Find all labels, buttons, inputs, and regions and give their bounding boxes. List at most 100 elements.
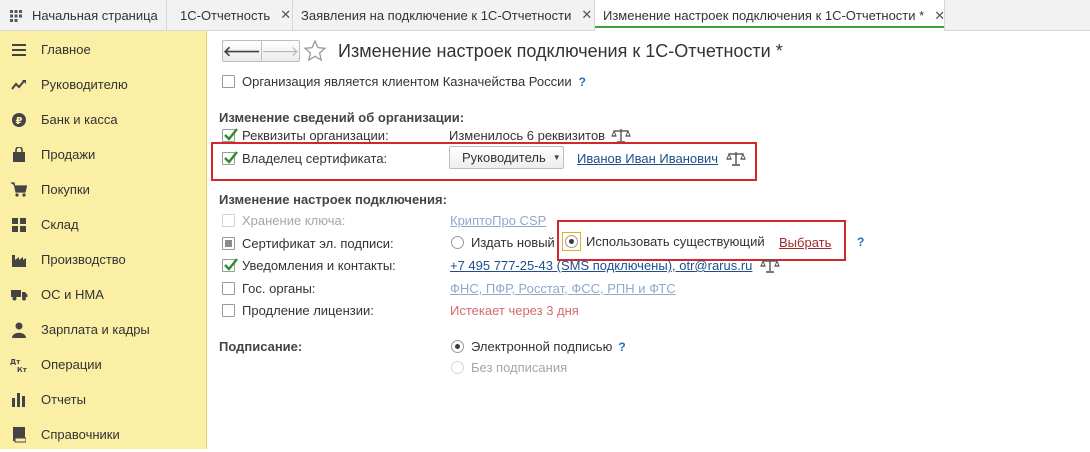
sidebar-item-label: Склад [41, 217, 79, 232]
certificate-owner-dropdown[interactable]: Руководитель ▼ [449, 146, 564, 169]
radio-issue-new[interactable] [451, 236, 464, 249]
radio-electronic-signature-row[interactable]: Электронной подписью ? [451, 339, 626, 354]
notifications-label: Уведомления и контакты: [242, 258, 396, 273]
gov-bodies-checkbox[interactable] [222, 282, 235, 295]
sidebar-item-main[interactable]: Главное [0, 32, 206, 67]
sidebar-item-directories[interactable]: Справочники [0, 417, 206, 452]
person-icon [10, 321, 28, 339]
cart-icon [10, 181, 28, 199]
radio-use-existing-label: Использовать существующий [586, 234, 765, 249]
star-icon[interactable] [303, 39, 327, 63]
sidebar-item-label: Отчеты [41, 392, 86, 407]
svg-text:Дт: Дт [10, 358, 21, 366]
signature-certificate-checkbox[interactable] [222, 237, 235, 250]
sidebar-item-sales[interactable]: Продажи [0, 137, 206, 172]
scales-icon[interactable] [611, 127, 631, 143]
dropdown-caret-icon: ▼ [552, 153, 561, 162]
license-renewal-status: Истекает через 3 дня [450, 303, 579, 318]
license-renewal-checkbox[interactable] [222, 304, 235, 317]
radio-electronic-signature[interactable] [451, 340, 464, 353]
bag-icon [10, 146, 28, 164]
treasury-client-label: Организация является клиентом Казначейст… [242, 74, 572, 89]
sidebar-item-operations[interactable]: Дт Кт Операции [0, 347, 206, 382]
bar-chart-icon [10, 391, 28, 409]
certificate-owner-checkbox[interactable] [222, 151, 238, 165]
back-arrow-icon[interactable]: 🡐 [223, 41, 262, 61]
sidebar-item-purchases[interactable]: Покупки [0, 172, 206, 207]
trend-icon [10, 76, 28, 94]
help-icon[interactable]: ? [857, 235, 864, 249]
radio-no-signing-label: Без подписания [471, 360, 568, 375]
choose-certificate-link[interactable]: Выбрать [779, 235, 831, 250]
connection-section-title: Изменение настроек подключения: [219, 192, 447, 207]
tab-bar: Начальная страница 1С-Отчетность ✕ Заявл… [0, 0, 1090, 31]
gov-bodies-value-link[interactable]: ФНС, ПФР, Росстат, ФСС, РПН и ФТС [450, 281, 676, 296]
certificate-owner-dropdown-value: Руководитель [462, 150, 546, 165]
dt-kt-icon: Дт Кт [10, 356, 28, 374]
tab-1c-reporting[interactable]: 1С-Отчетность ✕ [172, 0, 293, 30]
notifications-checkbox[interactable] [222, 258, 238, 272]
page-title: Изменение настроек подключения к 1С-Отче… [338, 41, 783, 61]
certificate-owner-person-link[interactable]: Иванов Иван Иванович [577, 151, 718, 166]
requisites-row[interactable]: Реквизиты организации: [222, 128, 389, 143]
notifications-row[interactable]: Уведомления и контакты: [222, 258, 396, 273]
key-storage-value-link: КриптоПро CSP [450, 213, 547, 228]
warehouse-icon [10, 216, 28, 234]
sidebar-item-reports[interactable]: Отчеты [0, 382, 206, 417]
sidebar: Главное Руководителю ₽ Банк и касса Прод… [0, 31, 207, 449]
radio-use-existing-row[interactable]: Использовать существующий [562, 232, 765, 251]
radio-issue-new-row[interactable]: Издать новый [451, 235, 555, 250]
sidebar-item-label: Справочники [41, 427, 120, 442]
notifications-value-link[interactable]: +7 495 777-25-43 (SMS подключены), otr@r… [450, 258, 752, 273]
license-renewal-row[interactable]: Продление лицензии: [222, 303, 374, 318]
signing-section-title: Подписание: [219, 339, 303, 354]
sidebar-item-production[interactable]: Производство [0, 242, 206, 277]
sidebar-item-label: Главное [41, 42, 91, 57]
treasury-client-checkbox-row[interactable]: Организация является клиентом Казначейст… [222, 74, 586, 89]
sidebar-item-label: Банк и касса [41, 112, 118, 127]
tab-label: Изменение настроек подключения к 1С-Отче… [603, 8, 925, 23]
factory-icon [10, 251, 28, 269]
book-icon [10, 426, 28, 444]
treasury-client-checkbox[interactable] [222, 75, 235, 88]
radio-focus-frame [562, 232, 581, 251]
sidebar-item-label: Операции [41, 357, 102, 372]
certificate-owner-row[interactable]: Владелец сертификата: [222, 151, 387, 166]
sidebar-item-label: Зарплата и кадры [41, 322, 150, 337]
close-icon[interactable]: ✕ [934, 8, 945, 24]
gov-bodies-label: Гос. органы: [242, 281, 316, 296]
requisites-label: Реквизиты организации: [242, 128, 389, 143]
key-storage-row: Хранение ключа: [222, 213, 345, 228]
signature-certificate-label: Сертификат эл. подписи: [242, 236, 394, 251]
sidebar-item-warehouse[interactable]: Склад [0, 207, 206, 242]
radio-electronic-signature-label: Электронной подписью [471, 339, 613, 354]
home-icon [8, 7, 24, 23]
sidebar-item-label: Покупки [41, 182, 90, 197]
ruble-icon: ₽ [10, 111, 28, 129]
navigation-buttons: 🡐 🡒 [222, 40, 300, 62]
scales-icon[interactable] [760, 257, 780, 273]
sidebar-item-salary-hr[interactable]: Зарплата и кадры [0, 312, 206, 347]
tab-label: 1С-Отчетность [180, 7, 271, 23]
tab-connection-applications[interactable]: Заявления на подключение к 1С-Отчетности… [293, 0, 595, 30]
requisites-value: Изменилось 6 реквизитов [449, 128, 606, 143]
sidebar-item-manager[interactable]: Руководителю [0, 67, 206, 102]
close-icon[interactable]: ✕ [581, 7, 592, 23]
radio-use-existing[interactable] [565, 235, 578, 248]
close-icon[interactable]: ✕ [280, 7, 291, 23]
scales-icon[interactable] [726, 150, 746, 166]
signature-certificate-row[interactable]: Сертификат эл. подписи: [222, 236, 394, 251]
tab-label: Заявления на подключение к 1С-Отчетности [301, 7, 572, 23]
key-storage-label: Хранение ключа: [242, 213, 346, 228]
forward-arrow-icon[interactable]: 🡒 [262, 41, 300, 61]
tab-home[interactable]: Начальная страница [0, 0, 167, 30]
sidebar-item-bank-cash[interactable]: ₽ Банк и касса [0, 102, 206, 137]
requisites-checkbox[interactable] [222, 128, 238, 142]
tab-change-connection-settings[interactable]: Изменение настроек подключения к 1С-Отче… [595, 0, 945, 31]
help-icon[interactable]: ? [618, 340, 625, 354]
sidebar-item-fixed-assets[interactable]: ОС и НМА [0, 277, 206, 312]
gov-bodies-row[interactable]: Гос. органы: [222, 281, 315, 296]
license-renewal-label: Продление лицензии: [242, 303, 374, 318]
help-icon[interactable]: ? [579, 75, 586, 89]
svg-text:Кт: Кт [17, 366, 28, 373]
